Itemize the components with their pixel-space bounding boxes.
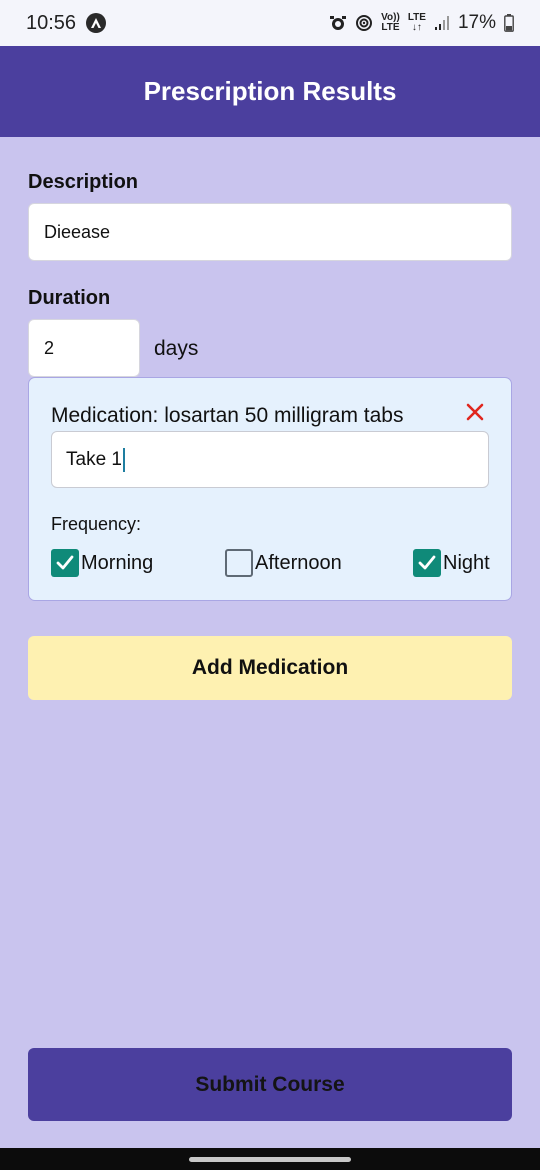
night-checkbox[interactable] (413, 549, 441, 577)
duration-input[interactable]: 2 (28, 319, 140, 377)
check-icon (418, 555, 436, 570)
text-cursor (122, 447, 125, 472)
lte-indicator: LTE ↓↑ (407, 12, 426, 33)
night-label: Night (443, 551, 490, 574)
close-icon (466, 403, 484, 421)
frequency-night[interactable]: Night (413, 549, 490, 577)
afternoon-checkbox[interactable] (225, 549, 253, 577)
battery-icon (504, 14, 514, 32)
description-label: Description (28, 171, 139, 193)
app-bar: Prescription Results (0, 46, 540, 137)
medication-card: Medication: losartan 50 milligram tabs T… (28, 377, 512, 601)
description-input[interactable]: Dieease (28, 203, 512, 261)
duration-unit: days (154, 337, 199, 360)
remove-medication-button[interactable] (463, 400, 487, 424)
duration-value: 2 (44, 337, 55, 358)
afternoon-label: Afternoon (255, 551, 342, 574)
frequency-afternoon[interactable]: Afternoon (225, 549, 342, 577)
duration-label: Duration (28, 287, 111, 309)
frequency-morning[interactable]: Morning (51, 549, 153, 577)
alarm-icon (329, 14, 347, 32)
instruction-value: Take 1 (66, 448, 122, 470)
morning-label: Morning (81, 551, 154, 574)
frequency-label: Frequency: (51, 514, 142, 534)
status-time: 10:56 (26, 11, 77, 34)
description-value: Dieease (44, 221, 111, 242)
add-medication-button[interactable]: Add Medication (28, 636, 512, 700)
medication-instruction-input[interactable]: Take 1 (51, 431, 489, 488)
page-title: Prescription Results (143, 76, 397, 106)
battery-percent: 17% (457, 12, 496, 33)
medication-title: Medication: losartan 50 milligram tabs (51, 404, 404, 427)
system-nav-bar (0, 1148, 540, 1170)
volte-indicator: Vo)) LTE (381, 12, 400, 33)
check-icon (56, 555, 74, 570)
signal-icon (434, 15, 450, 31)
hotspot-icon (355, 14, 373, 32)
app-notification-icon (86, 13, 107, 33)
home-gesture-handle[interactable] (189, 1156, 351, 1162)
morning-checkbox[interactable] (51, 549, 79, 577)
submit-course-button[interactable]: Submit Course (28, 1048, 512, 1121)
status-bar: 10:56 Vo)) LTE LTE ↓↑ 17% (0, 0, 540, 46)
